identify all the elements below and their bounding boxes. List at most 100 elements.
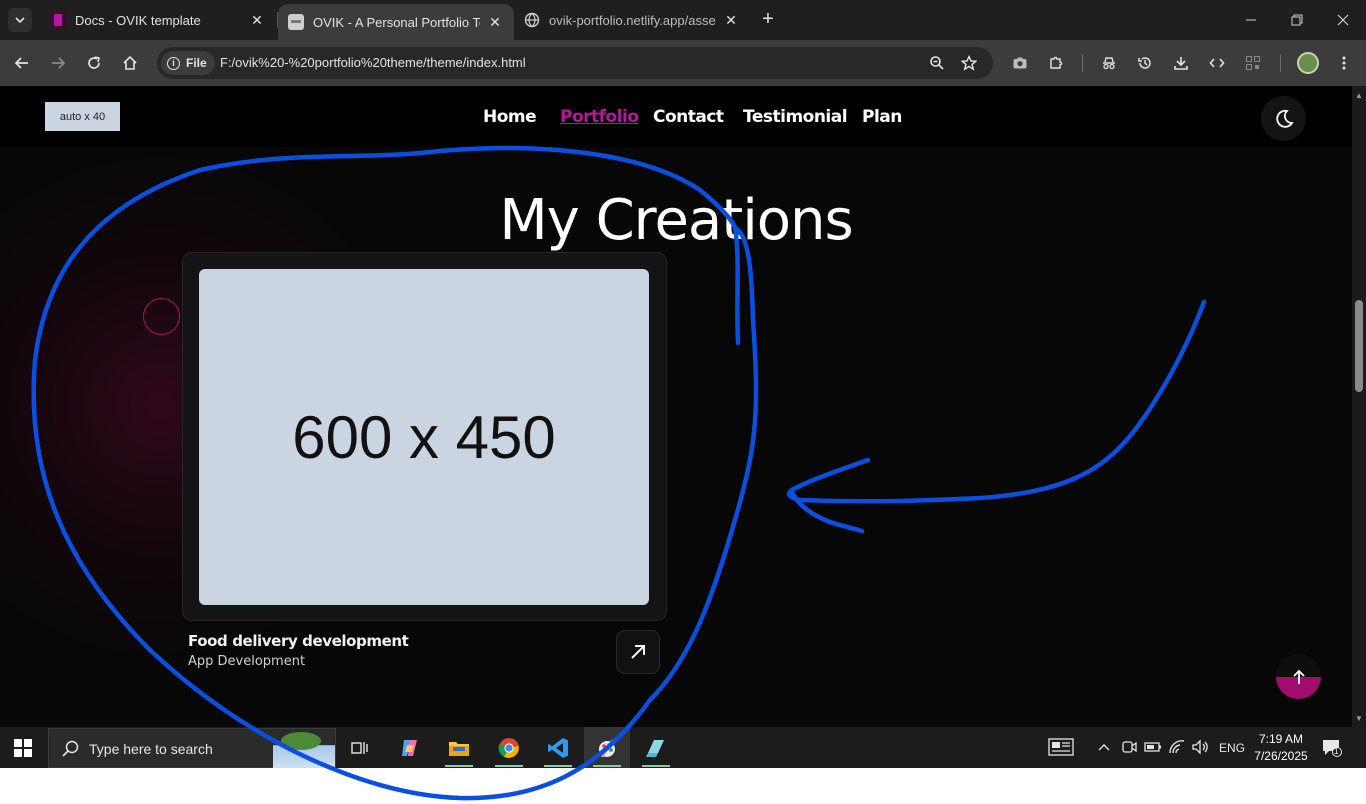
notifications-button[interactable]: 1: [1322, 739, 1342, 757]
windows-start-button[interactable]: [14, 739, 32, 757]
nav-testimonial[interactable]: Testimonial: [743, 107, 848, 127]
project-title[interactable]: Food delivery development: [188, 632, 409, 650]
browser-tab-strip: Docs - OVIK template ✕ OVIK - A Personal…: [0, 0, 1366, 40]
downloads-button[interactable]: [1169, 51, 1193, 75]
screenshot-button[interactable]: [1008, 51, 1032, 75]
back-button[interactable]: [10, 51, 34, 75]
tab-docs[interactable]: Docs - OVIK template ✕: [40, 4, 276, 36]
copilot-app[interactable]: [387, 727, 433, 768]
chrome-icon: [498, 737, 519, 758]
taskbar-search[interactable]: Type here to search: [48, 728, 336, 769]
restore-button[interactable]: [1274, 0, 1320, 40]
site-info-button[interactable]: i File: [161, 51, 215, 75]
close-icon[interactable]: ✕: [248, 12, 266, 29]
incognito-button[interactable]: [1097, 51, 1121, 75]
forward-button[interactable]: [46, 51, 70, 75]
volume-icon[interactable]: [1191, 739, 1209, 758]
scheme-label: File: [186, 56, 207, 70]
extensions-button[interactable]: [1044, 51, 1068, 75]
snip-icon: [646, 739, 664, 757]
scrollbar-thumb[interactable]: [1355, 300, 1363, 392]
toolbar-divider: [1082, 54, 1083, 72]
nav-portfolio[interactable]: Portfolio: [560, 107, 639, 127]
vscode-app[interactable]: [535, 727, 581, 768]
incognito-icon: [1103, 57, 1115, 70]
tab-ovik[interactable]: OVIK - A Personal Portfolio Tem ✕: [278, 4, 514, 40]
news-icon: [1048, 738, 1074, 756]
qr-code-button[interactable]: [1241, 51, 1265, 75]
close-window-button[interactable]: [1320, 0, 1366, 40]
arrow-left-icon: [14, 57, 28, 69]
scroll-down-arrow-icon[interactable]: ▼: [1352, 711, 1366, 725]
blank-area: [0, 768, 1366, 804]
reload-button[interactable]: [82, 51, 106, 75]
running-indicator: [445, 765, 473, 767]
home-button[interactable]: [118, 51, 142, 75]
tray-overflow-button[interactable]: [1097, 741, 1111, 755]
devtools-button[interactable]: [1205, 51, 1229, 75]
running-indicator: [642, 765, 670, 767]
camera-icon: [1013, 57, 1027, 69]
close-icon[interactable]: ✕: [722, 12, 740, 29]
theme-toggle-button[interactable]: [1261, 96, 1306, 141]
project-category: App Development: [188, 654, 306, 669]
clock-time: 7:19 AM: [1258, 732, 1304, 746]
history-button[interactable]: [1133, 51, 1157, 75]
nav-home[interactable]: Home: [483, 107, 537, 127]
arrow-up-right-icon: [631, 645, 645, 659]
news-widget-button[interactable]: [1048, 737, 1074, 760]
notification-count: 1: [1334, 747, 1339, 756]
page-scrollbar[interactable]: ▲ ▼: [1352, 86, 1366, 727]
scroll-up-arrow-icon[interactable]: ▲: [1352, 88, 1366, 102]
site-header: auto x 40 Home Portfolio Contact Testimo…: [0, 86, 1352, 147]
bookmark-button[interactable]: [957, 51, 981, 75]
scroll-to-top-button[interactable]: [1276, 654, 1321, 699]
copilot-icon: [402, 739, 417, 756]
address-bar[interactable]: i File F:/ovik%20-%20portfolio%20theme/t…: [157, 47, 993, 79]
ovik-page-icon: [288, 14, 304, 30]
folder-icon: [449, 741, 469, 756]
zoom-button[interactable]: [925, 51, 949, 75]
project-image-placeholder: 600 x 450: [199, 269, 649, 605]
screen: Docs - OVIK template ✕ OVIK - A Personal…: [0, 0, 1366, 804]
new-tab-button[interactable]: +: [757, 8, 779, 32]
moon-icon: [1275, 109, 1294, 128]
wifi-icon[interactable]: [1168, 739, 1186, 758]
language-indicator[interactable]: ENG: [1219, 741, 1245, 755]
search-placeholder: Type here to search: [89, 741, 213, 757]
code-icon: [1209, 58, 1225, 68]
task-view-button[interactable]: [337, 727, 383, 768]
minimize-button[interactable]: [1228, 0, 1274, 40]
profile-avatar[interactable]: [1297, 52, 1319, 74]
windows-logo-icon: [14, 739, 22, 747]
nav-contact[interactable]: Contact: [653, 107, 724, 127]
windows-taskbar: Type here to search ENG 7:19 AM 7/26/202…: [0, 727, 1366, 769]
camera-tray-icon[interactable]: [1121, 739, 1137, 758]
system-clock[interactable]: 7:19 AM 7/26/2025: [1250, 731, 1312, 765]
logo-placeholder[interactable]: auto x 40: [45, 102, 120, 131]
chrome-app[interactable]: [486, 727, 532, 768]
tab-netlify[interactable]: ovik-portfolio.netlify.app/assets ✕: [514, 4, 750, 36]
tab-title: OVIK - A Personal Portfolio Tem: [313, 14, 480, 30]
tab-search-button[interactable]: [8, 8, 32, 32]
star-icon: [961, 55, 977, 71]
arrow-up-icon: [1292, 669, 1305, 684]
arrow-right-icon: [52, 57, 66, 69]
task-view-icon: [351, 741, 368, 754]
project-card[interactable]: 600 x 450: [182, 252, 667, 621]
browser-menu-button[interactable]: [1332, 51, 1356, 75]
battery-icon[interactable]: [1144, 739, 1162, 758]
running-indicator: [495, 765, 523, 767]
project-open-button[interactable]: [616, 630, 660, 674]
zoom-icon: [930, 56, 944, 70]
file-explorer-app[interactable]: [436, 727, 482, 768]
chevron-up-icon: [1098, 744, 1110, 751]
snipping-tool-app[interactable]: [633, 727, 679, 768]
tab-title: Docs - OVIK template: [75, 12, 201, 28]
close-icon[interactable]: ✕: [486, 14, 504, 31]
notification-icon: [1323, 740, 1342, 757]
nav-plan[interactable]: Plan: [862, 107, 902, 127]
paint-app[interactable]: [584, 727, 630, 768]
page-viewport: auto x 40 Home Portfolio Contact Testimo…: [0, 86, 1352, 727]
url-text[interactable]: F:/ovik%20-%20portfolio%20theme/theme/in…: [220, 55, 526, 70]
